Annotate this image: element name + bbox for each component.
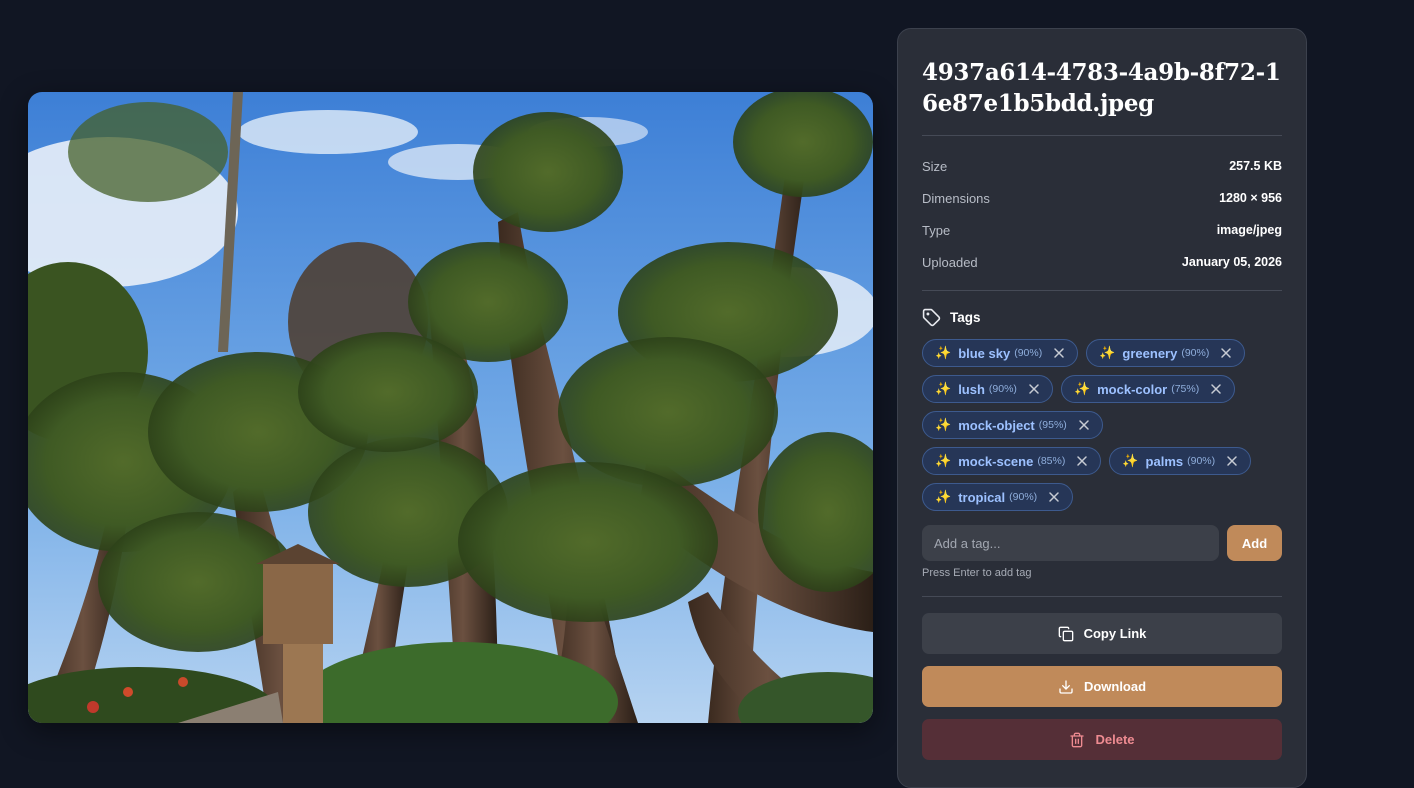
add-tag-input[interactable] [922, 525, 1219, 561]
image-details-panel: 4937a614-4783-4a9b-8f72-16e87e1b5bdd.jpe… [897, 28, 1307, 788]
divider [922, 596, 1282, 597]
remove-tag-button[interactable] [1046, 489, 1062, 505]
copy-icon [1058, 626, 1073, 641]
tag-name: mock-object [958, 417, 1035, 433]
meta-label: Size [922, 158, 948, 174]
tag-name: palms [1145, 453, 1184, 469]
meta-label: Dimensions [922, 190, 990, 206]
tag-confidence: (90%) [1009, 491, 1038, 503]
tags-heading: Tags [922, 308, 1282, 327]
remove-tag-button[interactable] [1208, 381, 1224, 397]
sparkles-icon: ✨ [935, 417, 952, 432]
sparkles-icon: ✨ [1122, 453, 1139, 468]
tag-confidence: (90%) [1181, 347, 1210, 359]
meta-value: 1280 × 956 [1219, 191, 1282, 205]
meta-row-type: Type image/jpeg [922, 214, 1282, 246]
tag-confidence: (85%) [1037, 455, 1066, 467]
sparkles-icon: ✨ [1099, 345, 1116, 360]
tag-chip: ✨ palms (90%) [1109, 447, 1252, 475]
tag-chip: ✨ lush (90%) [922, 375, 1053, 403]
tag-confidence: (75%) [1171, 383, 1200, 395]
close-icon [1054, 348, 1064, 358]
sparkles-icon: ✨ [1073, 381, 1091, 396]
tag-confidence: (90%) [1014, 347, 1043, 359]
remove-tag-button[interactable] [1224, 453, 1240, 469]
tag-name: blue sky [958, 345, 1011, 361]
sparkles-icon: ✨ [935, 453, 952, 468]
trash-icon [1070, 732, 1085, 747]
meta-row-size: Size 257.5 KB [922, 150, 1282, 182]
meta-value: 257.5 KB [1229, 159, 1282, 173]
close-icon [1211, 384, 1221, 394]
tag-confidence: (90%) [988, 383, 1017, 395]
tag-list: ✨ blue sky (90%) ✨ greenery (90%) ✨ lush… [922, 339, 1252, 511]
tag-icon [922, 308, 941, 327]
tag-chip: ✨ greenery (90%) [1086, 339, 1246, 367]
remove-tag-button[interactable] [1051, 345, 1067, 361]
tag-chip: ✨ blue sky (90%) [922, 339, 1079, 367]
sparkles-icon: ✨ [935, 489, 952, 504]
image-preview [28, 92, 873, 723]
delete-label: Delete [1095, 732, 1135, 747]
palm-trees-photo [28, 92, 873, 723]
remove-tag-button[interactable] [1026, 381, 1042, 397]
download-icon [1059, 679, 1073, 694]
meta-label: Uploaded [922, 254, 978, 270]
meta-row-dimensions: Dimensions 1280 × 956 [922, 182, 1282, 214]
sparkles-icon: ✨ [935, 345, 952, 360]
close-icon [1221, 348, 1232, 358]
close-icon [1227, 456, 1237, 466]
close-icon [1049, 492, 1059, 502]
add-tag-row: Add [922, 525, 1282, 561]
tag-confidence: (90%) [1187, 455, 1216, 467]
copy-link-button[interactable]: Copy Link [922, 613, 1282, 654]
remove-tag-button[interactable] [1076, 417, 1092, 433]
tag-chip: ✨ tropical (90%) [922, 483, 1074, 511]
tag-confidence: (95%) [1038, 419, 1067, 431]
add-tag-hint: Press Enter to add tag [922, 567, 1032, 579]
tag-name: greenery [1122, 345, 1178, 361]
download-label: Download [1083, 679, 1147, 694]
tag-name: tropical [958, 489, 1006, 505]
delete-button[interactable]: Delete [922, 719, 1282, 760]
file-name-title: 4937a614-4783-4a9b-8f72-16e87e1b5bdd.jpe… [922, 59, 1281, 117]
tag-name: mock-scene [958, 453, 1034, 469]
tag-name: mock-color [1097, 381, 1168, 397]
close-icon [1029, 384, 1039, 394]
tag-name: lush [958, 381, 985, 397]
add-tag-button[interactable]: Add [1227, 525, 1282, 561]
close-icon [1079, 420, 1089, 430]
copy-link-label: Copy Link [1083, 626, 1147, 641]
remove-tag-button[interactable] [1074, 453, 1090, 469]
tag-chip: ✨ mock-color (75%) [1060, 375, 1236, 403]
meta-value: image/jpeg [1216, 223, 1282, 237]
close-icon [1077, 456, 1088, 466]
divider [922, 290, 1282, 291]
remove-tag-button[interactable] [1218, 345, 1234, 361]
meta-label: Type [922, 222, 951, 238]
metadata-list: Size 257.5 KB Dimensions 1280 × 956 Type… [922, 136, 1282, 290]
meta-value: January 05, 2026 [1181, 255, 1282, 269]
download-button[interactable]: Download [922, 666, 1282, 707]
meta-row-uploaded: Uploaded January 05, 2026 [922, 246, 1282, 278]
sparkles-icon: ✨ [935, 381, 952, 396]
tag-chip: ✨ mock-object (95%) [922, 411, 1103, 439]
tag-chip: ✨ mock-scene (85%) [922, 447, 1102, 475]
tags-heading-label: Tags [950, 310, 981, 325]
